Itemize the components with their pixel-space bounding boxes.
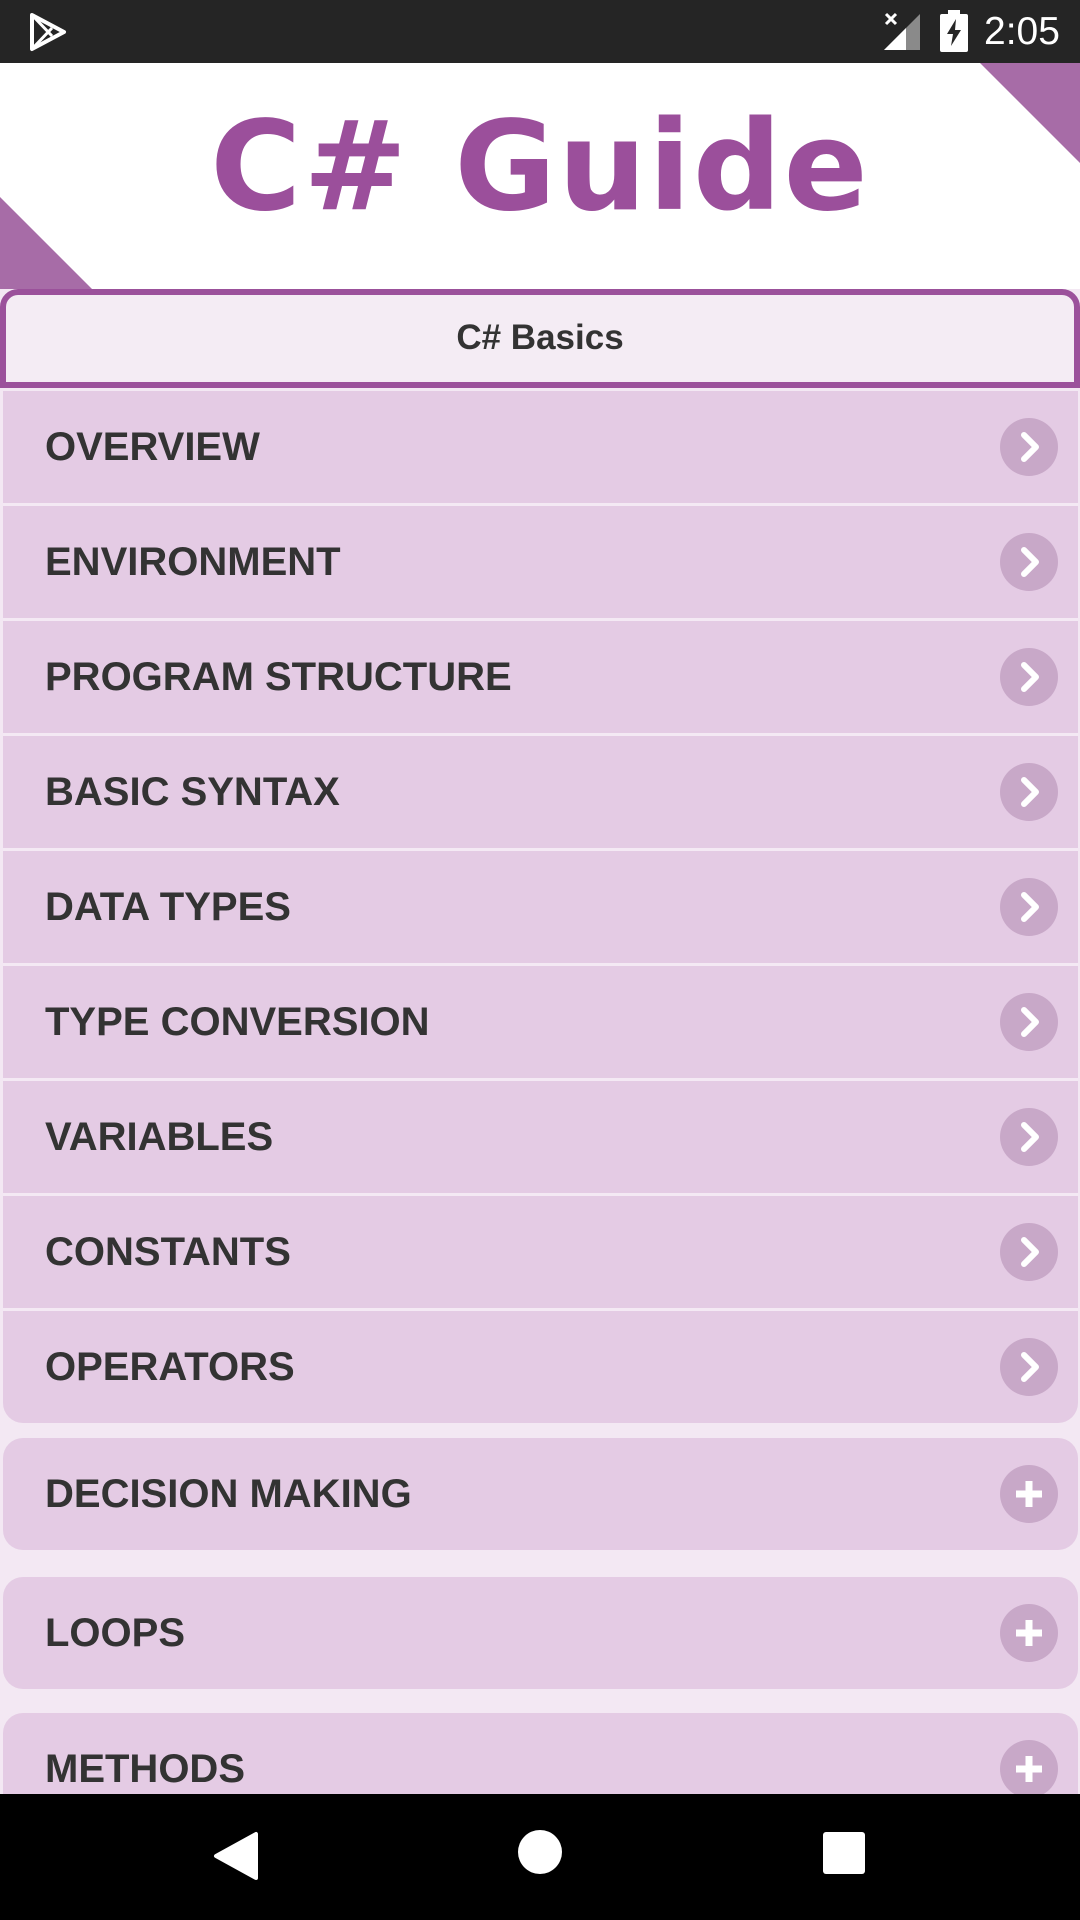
topic-list: OVERVIEW ENVIRONMENT PROGRAM STRUCTURE B… bbox=[3, 391, 1078, 1423]
list-item-program-structure[interactable]: PROGRAM STRUCTURE bbox=[3, 621, 1078, 736]
list-item-environment[interactable]: ENVIRONMENT bbox=[3, 506, 1078, 621]
list-item-label: VARIABLES bbox=[45, 1115, 274, 1159]
system-nav-bar bbox=[0, 1794, 1080, 1920]
list-item-variables[interactable]: VARIABLES bbox=[3, 1081, 1078, 1196]
list-item-label: PROGRAM STRUCTURE bbox=[45, 655, 512, 699]
recent-apps-icon[interactable] bbox=[823, 1832, 865, 1874]
tab-label: C# Basics bbox=[456, 318, 624, 357]
list-item-label: TYPE CONVERSION bbox=[45, 1000, 430, 1044]
group-label: LOOPS bbox=[45, 1611, 186, 1655]
list-item-basic-syntax[interactable]: BASIC SYNTAX bbox=[3, 736, 1078, 851]
chevron-right-icon bbox=[1000, 1223, 1058, 1281]
plus-icon bbox=[1000, 1465, 1058, 1523]
list-item-data-types[interactable]: DATA TYPES bbox=[3, 851, 1078, 966]
group-label: DECISION MAKING bbox=[45, 1472, 412, 1516]
list-item-label: ENVIRONMENT bbox=[45, 540, 341, 584]
chevron-right-icon bbox=[1000, 993, 1058, 1051]
home-icon[interactable] bbox=[518, 1830, 562, 1874]
signal-off-icon bbox=[884, 12, 920, 50]
app-header: C# Guide bbox=[0, 63, 1080, 289]
list-item-operators[interactable]: OPERATORS bbox=[3, 1311, 1078, 1423]
list-item-label: OVERVIEW bbox=[45, 425, 260, 469]
group-decision-making[interactable]: DECISION MAKING bbox=[3, 1438, 1078, 1550]
chevron-right-icon bbox=[1000, 878, 1058, 936]
plus-icon bbox=[1000, 1604, 1058, 1662]
chevron-right-icon bbox=[1000, 418, 1058, 476]
back-icon[interactable] bbox=[212, 1831, 260, 1881]
chevron-right-icon bbox=[1000, 1338, 1058, 1396]
list-item-type-conversion[interactable]: TYPE CONVERSION bbox=[3, 966, 1078, 1081]
list-item-label: BASIC SYNTAX bbox=[45, 770, 340, 814]
tab-csharp-basics[interactable]: C# Basics bbox=[0, 289, 1080, 388]
list-item-label: DATA TYPES bbox=[45, 885, 291, 929]
list-item-label: CONSTANTS bbox=[45, 1230, 291, 1274]
group-loops[interactable]: LOOPS bbox=[3, 1577, 1078, 1689]
status-bar: 2:05 bbox=[0, 0, 1080, 63]
chevron-right-icon bbox=[1000, 533, 1058, 591]
status-time: 2:05 bbox=[984, 10, 1060, 53]
list-item-constants[interactable]: CONSTANTS bbox=[3, 1196, 1078, 1311]
chevron-right-icon bbox=[1000, 648, 1058, 706]
chevron-right-icon bbox=[1000, 763, 1058, 821]
chevron-right-icon bbox=[1000, 1108, 1058, 1166]
list-item-overview[interactable]: OVERVIEW bbox=[3, 391, 1078, 506]
app-title: C# Guide bbox=[210, 95, 870, 239]
battery-charging-icon bbox=[940, 10, 968, 52]
plus-icon bbox=[1000, 1740, 1058, 1798]
list-item-label: OPERATORS bbox=[45, 1345, 295, 1389]
play-store-icon bbox=[30, 13, 66, 51]
